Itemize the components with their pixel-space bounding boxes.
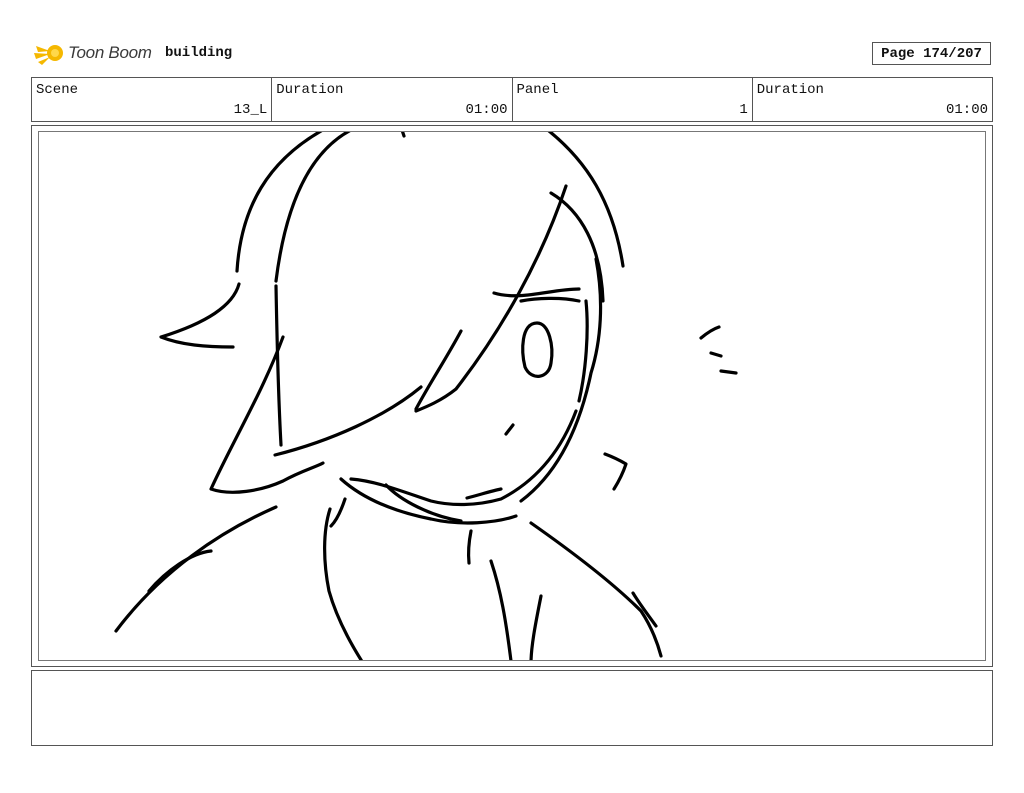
panel-label: Panel	[516, 82, 559, 98]
scene-cell: Scene 13_L	[32, 78, 273, 121]
logo-text: Toon Boom	[68, 43, 152, 62]
panel-duration-value: 01:00	[945, 102, 988, 118]
panel-duration-cell: Duration 01:00	[753, 78, 992, 121]
toon-boom-comet-icon	[34, 45, 63, 65]
scene-value: 13_L	[233, 102, 268, 118]
storyboard-panel-image	[38, 131, 986, 661]
character-sketch	[114, 132, 738, 660]
panel-value: 1	[739, 102, 748, 118]
scene-duration-cell: Duration 01:00	[272, 78, 513, 121]
scene-label: Scene	[36, 82, 79, 98]
panel-duration-label: Duration	[756, 82, 824, 98]
toon-boom-logo: Toon Boom	[32, 38, 152, 68]
panel-info-row: Scene 13_L Duration 01:00 Panel 1 Durati…	[31, 77, 993, 122]
scene-duration-label: Duration	[276, 82, 344, 98]
panel-cell: Panel 1	[513, 78, 753, 121]
page-number: Page 174/207	[872, 42, 991, 65]
scene-duration-value: 01:00	[465, 102, 508, 118]
panel-notes-area	[31, 670, 993, 746]
project-name: building	[165, 45, 233, 61]
storyboard-panel-frame	[31, 125, 993, 667]
